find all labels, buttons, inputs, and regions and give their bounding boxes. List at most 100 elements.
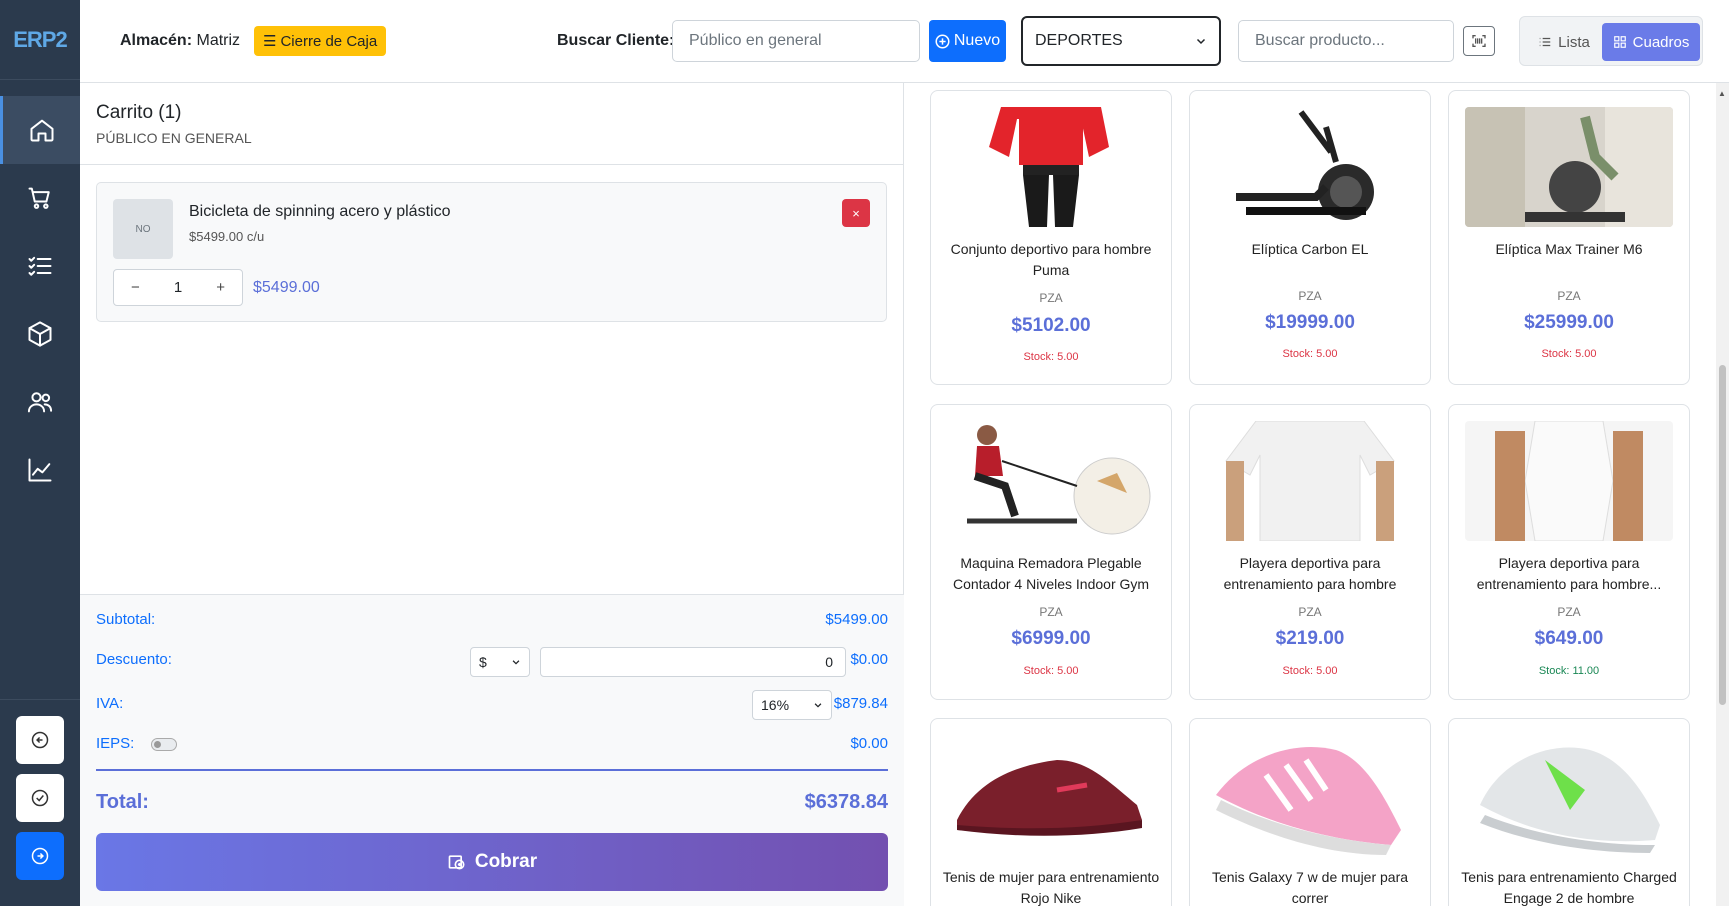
chevron-down-icon xyxy=(1196,38,1206,45)
discount-value: $0.00 xyxy=(850,651,888,668)
product-card[interactable]: Elíptica Max Trainer M6 PZA $25999.00 St… xyxy=(1448,90,1690,385)
discount-type-value: $ xyxy=(479,654,487,670)
ieps-value: $0.00 xyxy=(850,735,888,752)
ieps-label: IEPS: xyxy=(96,735,135,752)
category-value: DEPORTES xyxy=(1035,32,1123,49)
product-grid-scrollbar[interactable]: ▲ xyxy=(1716,83,1729,906)
total-row: Total: $6378.84 xyxy=(96,791,888,814)
cart-panel: Carrito (1) PÚBLICO EN GENERAL NO Bicicl… xyxy=(80,83,904,906)
forward-button[interactable] xyxy=(16,832,64,880)
users-icon xyxy=(27,392,53,413)
sidebar-item-customers[interactable] xyxy=(0,368,80,436)
home-icon xyxy=(30,119,53,142)
charge-button[interactable]: Cobrar xyxy=(96,833,888,891)
chevron-down-icon xyxy=(512,660,520,665)
cash-close-button[interactable]: ☰ Cierre de Caja xyxy=(254,26,387,56)
product-unit: PZA xyxy=(1039,605,1063,619)
product-name: Tenis Galaxy 7 w de mujer para correr xyxy=(1211,869,1409,906)
product-unit: PZA xyxy=(1557,289,1581,303)
view-grid-button[interactable]: Cuadros xyxy=(1602,23,1700,61)
customer-search-input[interactable]: Público en general xyxy=(672,20,920,62)
product-image xyxy=(947,421,1155,541)
subtotal-label: Subtotal: xyxy=(96,611,156,628)
arrow-right-circle-icon xyxy=(31,847,49,865)
sidebar-item-reports[interactable] xyxy=(0,436,80,504)
quantity-stepper: − 1 + xyxy=(113,269,243,306)
view-toggle: Lista Cuadros xyxy=(1519,16,1703,66)
sidebar-item-sales[interactable] xyxy=(0,164,80,232)
cart-header: Carrito (1) PÚBLICO EN GENERAL xyxy=(80,83,903,165)
cart-icon xyxy=(28,187,50,209)
product-image xyxy=(1206,107,1414,227)
logo[interactable]: ERP2 xyxy=(0,0,80,80)
product-stock: Stock: 5.00 xyxy=(1023,351,1079,363)
product-image xyxy=(947,735,1155,855)
discount-amount-input[interactable]: 0 xyxy=(540,647,846,677)
product-card[interactable]: Tenis de mujer para entrenamiento Rojo N… xyxy=(930,718,1172,906)
warehouse-label: Almacén: xyxy=(120,32,193,49)
product-stock: Stock: 5.00 xyxy=(1282,348,1338,360)
confirm-button[interactable] xyxy=(16,774,64,822)
view-list-label: Lista xyxy=(1558,33,1590,51)
total-value: $6378.84 xyxy=(804,791,888,813)
sidebar-item-orders[interactable] xyxy=(0,232,80,300)
sidebar-item-home[interactable] xyxy=(0,96,80,164)
subtotal-value: $5499.00 xyxy=(825,611,888,628)
product-price: $219.00 xyxy=(1275,628,1345,649)
box-icon xyxy=(28,321,52,347)
product-grid: Conjunto deportivo para hombre Puma PZA … xyxy=(905,83,1713,906)
cart-customer: PÚBLICO EN GENERAL xyxy=(96,130,252,146)
iva-value: $879.84 xyxy=(833,695,888,712)
iva-label: IVA: xyxy=(96,695,124,712)
product-card[interactable]: Maquina Remadora Plegable Contador 4 Niv… xyxy=(930,404,1172,700)
product-card[interactable]: Elíptica Carbon EL PZA $19999.00 Stock: … xyxy=(1189,90,1431,385)
total-label: Total: xyxy=(96,791,149,813)
product-stock: Stock: 5.00 xyxy=(1541,348,1597,360)
product-card[interactable]: Tenis para entrenamiento Charged Engage … xyxy=(1448,718,1690,906)
decrease-qty-button[interactable]: − xyxy=(114,279,157,296)
item-image-placeholder: NO xyxy=(113,199,173,259)
product-name: Tenis de mujer para entrenamiento Rojo N… xyxy=(942,869,1160,906)
product-image xyxy=(1465,107,1673,227)
back-button[interactable] xyxy=(16,716,64,764)
product-search-input[interactable]: Buscar producto... xyxy=(1238,20,1454,62)
product-card[interactable]: Tenis Galaxy 7 w de mujer para correr xyxy=(1189,718,1431,906)
product-card[interactable]: Playera deportiva para entrenamiento par… xyxy=(1448,404,1690,700)
view-list-button[interactable]: Lista xyxy=(1528,23,1600,61)
product-card[interactable]: Playera deportiva para entrenamiento par… xyxy=(1189,404,1431,700)
ieps-toggle[interactable] xyxy=(150,737,177,751)
product-name: Elíptica Carbon EL xyxy=(1251,241,1369,257)
subtotal-row: Subtotal: $5499.00 xyxy=(96,611,888,628)
remove-item-button[interactable]: × xyxy=(842,199,870,227)
discount-type-select[interactable]: $ xyxy=(470,647,530,677)
customer-search-label: Buscar Cliente: xyxy=(557,32,675,49)
product-unit: PZA xyxy=(1039,291,1063,305)
sidebar-item-inventory[interactable] xyxy=(0,300,80,368)
category-select[interactable]: DEPORTES xyxy=(1021,16,1221,66)
product-name: Playera deportiva para entrenamiento par… xyxy=(1476,555,1662,592)
product-image xyxy=(1465,421,1673,541)
cash-register-icon xyxy=(448,855,465,870)
product-price: $649.00 xyxy=(1534,628,1604,649)
discount-label: Descuento: xyxy=(96,651,172,668)
cash-close-label: Cierre de Caja xyxy=(280,32,378,50)
ieps-row: IEPS: $0.00 xyxy=(96,735,888,752)
cart-title: Carrito (1) xyxy=(96,102,182,123)
sidebar: ERP2 xyxy=(0,0,80,906)
qty-value[interactable]: 1 xyxy=(157,279,200,296)
barcode-scan-button[interactable] xyxy=(1463,26,1495,56)
product-price: $6999.00 xyxy=(1011,628,1091,649)
product-stock: Stock: 5.00 xyxy=(1023,665,1079,677)
scroll-up-arrow-icon[interactable]: ▲ xyxy=(1718,89,1726,98)
product-name: Conjunto deportivo para hombre Puma xyxy=(950,241,1152,278)
view-grid-label: Cuadros xyxy=(1632,33,1690,51)
scrollbar-thumb[interactable] xyxy=(1719,365,1726,705)
cart-item: NO Bicicleta de spinning acero y plástic… xyxy=(96,182,887,322)
chart-line-icon xyxy=(28,458,52,482)
product-card[interactable]: Conjunto deportivo para hombre Puma PZA … xyxy=(930,90,1172,385)
product-stock: Stock: 11.00 xyxy=(1538,665,1600,677)
iva-rate-select[interactable]: 16% xyxy=(752,690,832,720)
increase-qty-button[interactable]: + xyxy=(199,279,242,296)
product-stock: Stock: 5.00 xyxy=(1282,665,1338,677)
new-customer-button[interactable]: Nuevo xyxy=(929,20,1006,62)
